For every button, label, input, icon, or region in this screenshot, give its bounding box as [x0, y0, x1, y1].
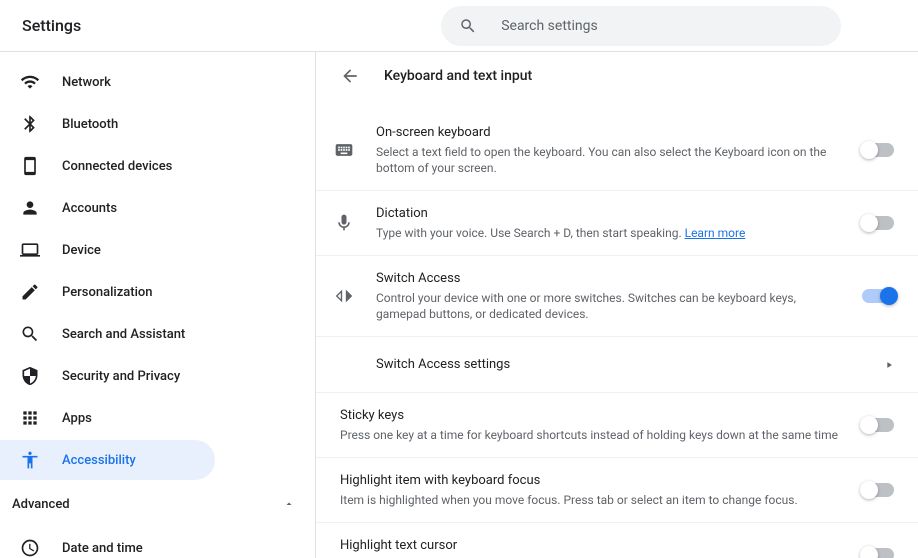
app-title: Settings	[22, 16, 81, 35]
setting-title: Dictation	[376, 205, 842, 223]
sidebar-item-label: Accounts	[62, 201, 117, 216]
main-header: Keyboard and text input	[316, 52, 918, 100]
sidebar-item-label: Connected devices	[62, 159, 172, 174]
page-title: Keyboard and text input	[384, 68, 532, 84]
accessibility-icon	[20, 450, 40, 470]
search-box[interactable]	[441, 6, 841, 46]
sidebar-item-accounts[interactable]: Accounts	[0, 188, 315, 228]
setting-description: Press one key at a time for keyboard sho…	[340, 427, 842, 443]
sidebar-item-network[interactable]: Network	[0, 62, 315, 102]
sticky-keys-toggle[interactable]	[862, 418, 894, 432]
sidebar-item-label: Network	[62, 75, 111, 90]
settings-list: On-screen keyboard Select a text field t…	[316, 100, 918, 558]
setting-switch-access: Switch Access Control your device with o…	[316, 256, 918, 337]
sidebar-item-label: Device	[62, 243, 101, 258]
setting-title: Sticky keys	[340, 407, 842, 425]
sidebar-item-label: Bluetooth	[62, 117, 118, 132]
setting-title: Highlight text cursor	[340, 537, 842, 555]
setting-highlight-text-cursor: Highlight text cursor Cursor is highligh…	[316, 523, 918, 558]
sidebar: Network Bluetooth Connected devices Acco…	[0, 52, 316, 558]
search-icon	[459, 17, 477, 35]
setting-title: On-screen keyboard	[376, 124, 842, 142]
sidebar-item-label: Search and Assistant	[62, 327, 185, 342]
sidebar-item-date-time[interactable]: Date and time	[0, 528, 315, 558]
setting-description: Control your device with one or more swi…	[376, 290, 842, 322]
highlight-cursor-toggle[interactable]	[862, 548, 894, 558]
setting-description: Select a text field to open the keyboard…	[376, 144, 842, 176]
app-header: Settings	[0, 0, 918, 52]
advanced-toggle[interactable]: Advanced	[0, 482, 315, 526]
sidebar-item-label: Security and Privacy	[62, 369, 180, 384]
apps-icon	[20, 408, 40, 428]
sidebar-item-search-assistant[interactable]: Search and Assistant	[0, 314, 315, 354]
setting-title: Switch Access	[376, 270, 842, 288]
learn-more-link[interactable]: Learn more	[685, 226, 746, 240]
setting-switch-access-settings[interactable]: Switch Access settings	[316, 337, 918, 393]
switch-access-toggle[interactable]	[862, 289, 894, 303]
person-icon	[20, 198, 40, 218]
shield-icon	[20, 366, 40, 386]
laptop-icon	[20, 240, 40, 260]
advanced-label: Advanced	[12, 497, 70, 512]
clock-icon	[20, 538, 40, 558]
back-button[interactable]	[340, 66, 360, 86]
wifi-icon	[20, 72, 40, 92]
chevron-up-icon	[283, 495, 295, 514]
setting-title: Switch Access settings	[376, 356, 884, 374]
sidebar-item-accessibility[interactable]: Accessibility	[0, 440, 215, 480]
switch-access-icon	[332, 284, 356, 308]
setting-title: Highlight item with keyboard focus	[340, 472, 842, 490]
search-input[interactable]	[501, 18, 823, 34]
sidebar-item-bluetooth[interactable]: Bluetooth	[0, 104, 315, 144]
sidebar-item-personalization[interactable]: Personalization	[0, 272, 315, 312]
setting-highlight-keyboard-focus: Highlight item with keyboard focus Item …	[316, 458, 918, 523]
sidebar-item-apps[interactable]: Apps	[0, 398, 315, 438]
setting-dictation: Dictation Type with your voice. Use Sear…	[316, 191, 918, 256]
highlight-kb-focus-toggle[interactable]	[862, 483, 894, 497]
setting-sticky-keys: Sticky keys Press one key at a time for …	[316, 393, 918, 458]
phone-icon	[20, 156, 40, 176]
bluetooth-icon	[20, 114, 40, 134]
main-content: Keyboard and text input On-screen keyboa…	[316, 52, 918, 558]
mic-icon	[332, 211, 356, 235]
sidebar-item-connected-devices[interactable]: Connected devices	[0, 146, 315, 186]
sidebar-item-label: Personalization	[62, 285, 153, 300]
setting-description: Item is highlighted when you move focus.…	[340, 492, 842, 508]
setting-description: Type with your voice. Use Search + D, th…	[376, 225, 842, 241]
onscreen-keyboard-toggle[interactable]	[862, 143, 894, 157]
search-icon	[20, 324, 40, 344]
keyboard-icon	[332, 138, 356, 162]
sidebar-item-device[interactable]: Device	[0, 230, 315, 270]
arrow-back-icon	[340, 66, 360, 86]
chevron-right-icon	[884, 355, 894, 374]
dictation-toggle[interactable]	[862, 216, 894, 230]
sidebar-item-label: Accessibility	[62, 453, 136, 468]
edit-icon	[20, 282, 40, 302]
setting-onscreen-keyboard: On-screen keyboard Select a text field t…	[316, 100, 918, 191]
sidebar-item-label: Apps	[62, 411, 92, 426]
sidebar-item-security-privacy[interactable]: Security and Privacy	[0, 356, 315, 396]
sidebar-item-label: Date and time	[62, 541, 143, 556]
